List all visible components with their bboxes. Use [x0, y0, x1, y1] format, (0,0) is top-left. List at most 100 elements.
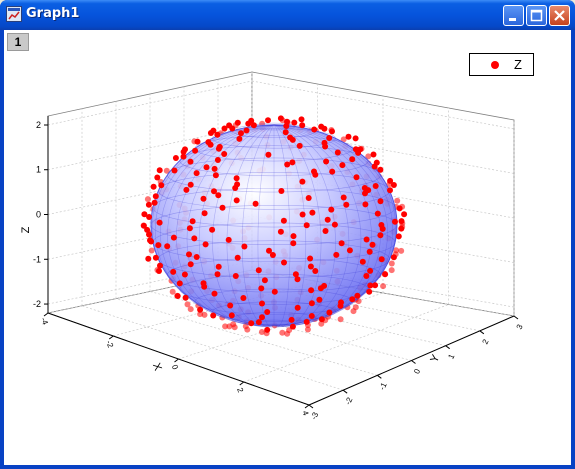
- data-point: [145, 201, 152, 208]
- data-point: [258, 329, 265, 335]
- legend[interactable]: Z: [469, 53, 534, 76]
- data-point: [398, 225, 405, 232]
- data-point: [326, 309, 333, 316]
- data-point: [187, 306, 194, 313]
- data-point: [334, 149, 341, 156]
- data-point: [234, 119, 241, 126]
- data-point: [367, 282, 374, 289]
- data-point: [392, 218, 398, 225]
- data-point: [156, 268, 162, 274]
- data-point: [146, 231, 152, 238]
- data-point: [326, 135, 333, 141]
- data-point: [214, 131, 221, 138]
- data-point: [355, 149, 362, 156]
- data-point: [200, 195, 207, 202]
- minimize-button[interactable]: [503, 5, 524, 26]
- data-point: [183, 186, 190, 193]
- data-point: [366, 248, 373, 255]
- data-point: [281, 259, 287, 266]
- data-point: [248, 320, 255, 327]
- close-icon: [554, 10, 565, 21]
- data-point: [322, 143, 329, 150]
- data-point: [388, 267, 395, 274]
- y-tick-label: -3: [309, 410, 320, 421]
- data-point: [343, 201, 350, 208]
- data-point: [182, 146, 188, 153]
- data-point: [197, 306, 204, 313]
- data-point: [338, 240, 345, 247]
- data-point: [232, 185, 239, 191]
- data-point: [374, 210, 381, 217]
- window-title: Graph1: [26, 6, 80, 21]
- data-point: [349, 156, 356, 163]
- z-axis-label: Z: [20, 226, 32, 233]
- z-tick-label: -2: [33, 299, 41, 309]
- data-point: [144, 196, 151, 203]
- data-point: [150, 183, 157, 190]
- data-point: [339, 162, 346, 169]
- data-point: [289, 323, 296, 330]
- x-tick-mark: [239, 381, 245, 386]
- data-point: [307, 255, 314, 262]
- graph-window-icon[interactable]: [6, 6, 22, 22]
- data-point: [212, 172, 219, 179]
- x-tick-mark: [174, 358, 179, 363]
- data-point: [284, 161, 291, 168]
- data-point: [241, 243, 248, 250]
- data-point: [243, 127, 250, 134]
- title-bar[interactable]: Graph1: [0, 0, 575, 30]
- data-point: [245, 120, 252, 127]
- data-point: [176, 280, 183, 287]
- data-point: [236, 135, 243, 142]
- data-point: [398, 218, 405, 225]
- data-point: [316, 296, 323, 303]
- data-point: [396, 205, 403, 212]
- data-point: [186, 225, 193, 232]
- x-tick-label: 2: [235, 387, 245, 395]
- data-point: [311, 126, 318, 133]
- data-point: [277, 228, 284, 235]
- y-tick-mark: [479, 330, 485, 335]
- data-point: [278, 188, 285, 194]
- data-point: [269, 252, 276, 258]
- data-point: [362, 201, 369, 208]
- data-point: [187, 158, 194, 165]
- data-point: [148, 247, 155, 254]
- data-point: [229, 125, 236, 132]
- data-point: [182, 294, 189, 301]
- plot-3d[interactable]: -2-1012 -4-2024 -3-2-10123 Z X Y: [4, 30, 571, 465]
- data-point: [255, 319, 262, 326]
- data-point: [352, 135, 359, 142]
- z-tick-label: 1: [36, 165, 41, 175]
- data-point: [379, 225, 386, 232]
- data-point: [259, 300, 265, 307]
- graph-page[interactable]: 1 -2 -1 0 1 2 -4-2 0 2 4 -3 -2 -1 0 1 2 …: [4, 30, 571, 465]
- data-point: [377, 166, 384, 173]
- graph-window: Graph1 1 -2 -1 0 1 2 -4 -2 0 2 4 -3 -2 -…: [0, 0, 575, 469]
- z-tick-label: 2: [36, 120, 41, 130]
- data-point: [307, 263, 314, 270]
- data-point: [280, 217, 287, 224]
- data-point: [318, 316, 325, 323]
- data-point: [367, 267, 374, 274]
- close-button[interactable]: [549, 5, 570, 26]
- data-point: [265, 117, 271, 124]
- data-point: [152, 254, 159, 261]
- data-point: [282, 129, 289, 136]
- data-point: [299, 211, 306, 218]
- maximize-button[interactable]: [526, 5, 547, 26]
- data-point: [227, 302, 234, 309]
- data-point: [180, 153, 187, 160]
- data-point: [337, 316, 344, 323]
- data-point: [233, 175, 240, 182]
- data-point: [308, 300, 315, 307]
- data-point: [378, 256, 385, 263]
- data-point: [369, 241, 376, 248]
- data-point: [172, 155, 179, 161]
- data-point: [264, 309, 271, 315]
- y-tick-mark: [342, 389, 348, 394]
- data-point: [194, 138, 201, 145]
- data-point: [201, 210, 208, 217]
- data-point: [215, 263, 222, 270]
- data-point: [271, 288, 278, 295]
